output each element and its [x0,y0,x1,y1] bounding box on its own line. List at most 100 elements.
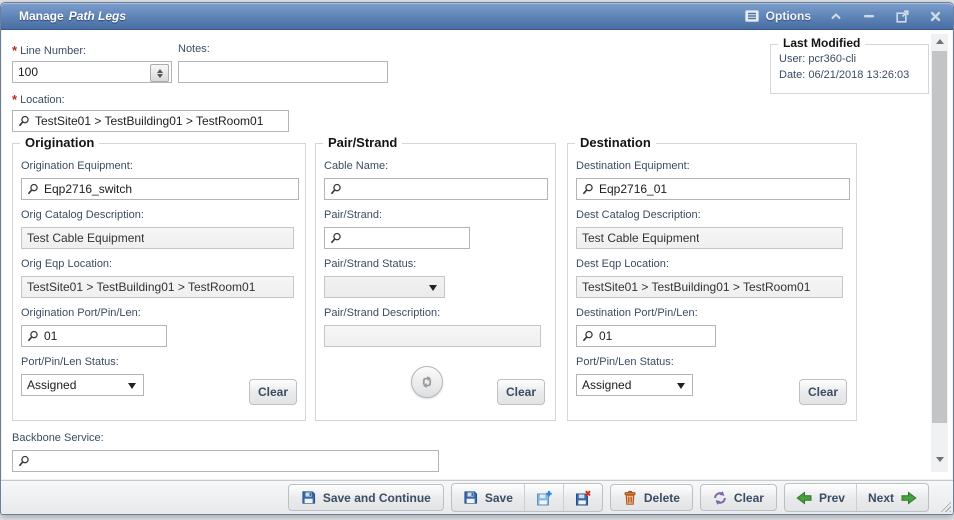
next-label: Next [868,491,894,505]
cycle-arrows-icon [419,374,435,390]
save-and-continue-label: Save and Continue [323,491,431,505]
collapse-icon[interactable] [828,8,844,24]
destination-port-input[interactable]: 01 [576,325,716,347]
orig-eqp-location-label: Orig Eqp Location: [21,258,294,272]
titlebar-controls: Options [744,8,943,24]
cable-name-input[interactable] [324,178,548,200]
prev-next-group: Prev Next [784,483,929,512]
save-label: Save [485,491,513,505]
prev-label: Prev [819,491,845,505]
location-input[interactable]: TestSite01 > TestBuilding01 > TestRoom01 [12,110,289,132]
pair-strand-legend: Pair/Strand [323,135,402,150]
dest-catalog-description-label: Dest Catalog Description: [576,209,843,223]
delete-button[interactable]: Delete [610,484,693,511]
orig-catalog-description-field: Test Cable Equipment [21,227,294,249]
dest-catalog-description-field: Test Cable Equipment [576,227,843,249]
clear-label: Clear [734,491,764,505]
search-icon [582,183,594,195]
popout-icon[interactable] [894,8,910,24]
search-icon [27,183,39,195]
destination-equipment-label: Destination Equipment: [576,160,850,174]
clear-button[interactable]: Clear [700,484,777,511]
window-title: Manage Path Legs [11,9,126,23]
next-button[interactable]: Next [856,484,928,511]
bottom-toolbar: Save and Continue Save [1,480,953,514]
pair-strand-status-label: Pair/Strand Status: [324,258,445,272]
window-titlebar: Manage Path Legs Options [1,3,953,30]
close-icon[interactable] [927,8,943,24]
last-modified-date: Date: 06/21/2018 13:26:03 [779,69,928,81]
window-title-prefix: Manage [19,9,64,23]
search-icon [330,232,342,244]
destination-port-label: Destination Port/Pin/Len: [576,307,716,321]
search-icon [27,330,39,342]
line-number-spinner[interactable] [150,64,169,82]
destination-fieldset: Destination Destination Equipment: Eqp27… [567,143,857,421]
backbone-service-input[interactable] [12,450,439,472]
search-icon [18,455,30,467]
pair-strand-label: Pair/Strand: [324,209,470,223]
pair-strand-fieldset: Pair/Strand Cable Name: Pair/Strand: Pai… [315,143,556,421]
origination-port-label: Origination Port/Pin/Len: [21,307,167,321]
dest-port-status-select[interactable]: Assigned [576,374,693,396]
chevron-down-icon [429,285,437,291]
line-number-input[interactable]: 100 [12,61,172,83]
pair-strand-clear-button[interactable]: Clear [497,379,545,405]
origination-equipment-label: Origination Equipment: [21,160,299,174]
options-list-icon [744,8,760,24]
orig-port-status-select[interactable]: Assigned [21,374,144,396]
save-and-close-button[interactable] [563,484,602,511]
save-button-group: Save [451,483,603,512]
scroll-up-icon[interactable] [931,34,948,49]
orig-port-status-label: Port/Pin/Len Status: [21,356,144,370]
last-modified-user: User: pcr360-cli [779,53,928,65]
pair-strand-status-select[interactable] [324,276,445,298]
form-body: *Line Number: 100 Notes: Last Modified U… [2,30,952,479]
notes-input[interactable] [178,61,388,83]
save-icon [463,490,478,505]
arrow-right-icon [901,491,917,505]
last-modified-fieldset: Last Modified User: pcr360-cli Date: 06/… [770,44,929,94]
chevron-down-icon [677,383,685,389]
manage-path-legs-window: Manage Path Legs Options [0,2,954,515]
line-number-label: *Line Number: [12,43,172,57]
trash-icon [623,490,637,505]
origination-fieldset: Origination Origination Equipment: Eqp27… [12,143,306,421]
destination-equipment-input[interactable]: Eqp2716_01 [576,178,850,200]
origination-legend: Origination [20,135,99,150]
swap-pair-button[interactable] [411,366,443,398]
delete-label: Delete [644,491,680,505]
vertical-scrollbar[interactable] [931,34,948,472]
save-and-continue-button[interactable]: Save and Continue [288,484,444,511]
save-and-new-button[interactable] [524,484,563,511]
notes-label: Notes: [178,43,388,57]
scroll-down-icon[interactable] [931,452,948,467]
dest-eqp-location-field: TestSite01 > TestBuilding01 > TestRoom01 [576,276,843,298]
window-title-emphasis: Path Legs [69,9,126,23]
required-marker: * [12,43,17,58]
origination-port-input[interactable]: 01 [21,325,167,347]
origination-equipment-input[interactable]: Eqp2716_switch [21,178,299,200]
search-icon [330,183,342,195]
floppy-plus-icon [536,490,552,506]
orig-catalog-description-label: Orig Catalog Description: [21,209,294,223]
minimize-icon[interactable] [861,8,877,24]
pair-strand-input[interactable] [324,227,470,249]
floppy-x-icon [575,490,591,506]
backbone-service-label: Backbone Service: [12,432,439,446]
save-button[interactable]: Save [452,484,524,511]
destination-legend: Destination [575,135,656,150]
search-icon [18,115,30,127]
scrollbar-thumb[interactable] [932,51,947,423]
prev-button[interactable]: Prev [785,484,856,511]
pair-strand-description-label: Pair/Strand Description: [324,307,541,321]
destination-clear-button[interactable]: Clear [799,379,847,405]
orig-eqp-location-field: TestSite01 > TestBuilding01 > TestRoom01 [21,276,294,298]
cable-name-label: Cable Name: [324,160,548,174]
options-button[interactable]: Options [744,8,811,24]
origination-clear-button[interactable]: Clear [249,379,297,405]
last-modified-legend: Last Modified [778,36,865,50]
search-icon [582,330,594,342]
save-icon [301,490,316,505]
location-label: *Location: [12,92,289,106]
